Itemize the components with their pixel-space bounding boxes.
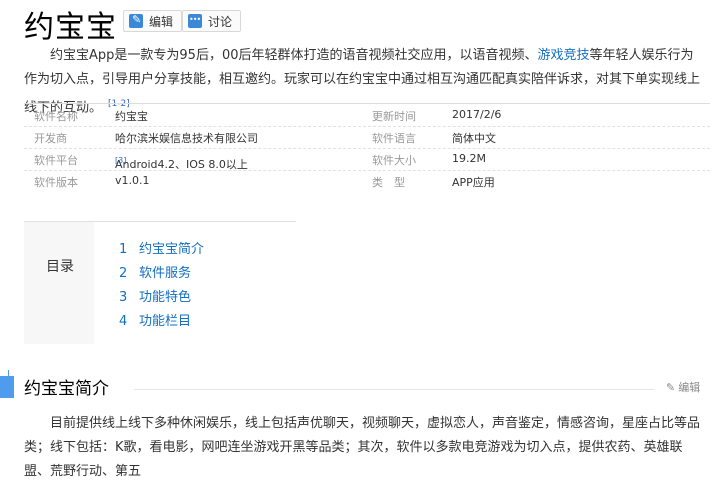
toc-item-services[interactable]: 2 软件服务 (119, 262, 204, 286)
section-marker (0, 376, 14, 398)
info-value: 2017/2/6 (452, 108, 502, 121)
section-edit-button[interactable]: ✎ 编辑 (666, 379, 700, 395)
toc-item-number: 4 (119, 314, 128, 329)
info-value: 19.2M (452, 152, 486, 165)
info-value: 约宝宝 (115, 110, 148, 123)
edit-button-label: 编辑 (149, 14, 174, 29)
info-key: 软件平台 (34, 154, 78, 167)
toc-item-columns[interactable]: 4 功能栏目 (119, 310, 204, 334)
info-row: 软件版本 v1.0.1 类 型 APP应用 (24, 170, 710, 192)
toc-item-number: 1 (119, 242, 128, 257)
edit-button[interactable]: ✎ 编辑 (123, 10, 183, 32)
info-key: 更新时间 (372, 110, 416, 123)
info-key: 软件名称 (34, 110, 78, 123)
info-value: v1.0.1 (115, 174, 150, 187)
info-key: 软件大小 (372, 154, 416, 167)
toc-title: 目录 (46, 259, 74, 275)
section-title: 约宝宝简介 (24, 379, 109, 399)
toc-item-label: 功能特色 (139, 290, 192, 305)
game-competition-link[interactable]: 游戏竞技 (537, 48, 589, 63)
info-value: APP应用 (452, 176, 495, 189)
info-key: 软件语言 (372, 132, 416, 145)
section-edit-label: 编辑 (678, 381, 701, 394)
info-key: 开发商 (34, 132, 67, 145)
speech-bubble-icon: ••• (188, 14, 202, 28)
info-key: 类 型 (372, 176, 405, 189)
info-row: 开发商 哈尔滨米娱信息技术有限公司 软件语言 简体中文 (24, 126, 710, 149)
page-title: 约宝宝 (24, 10, 117, 45)
toc-item-number: 2 (119, 266, 128, 281)
toc-item-features[interactable]: 3 功能特色 (119, 286, 204, 310)
table-of-contents: 目录 1 约宝宝简介 2 软件服务 3 功能特色 4 功能栏目 (24, 221, 296, 344)
toc-item-label: 约宝宝简介 (139, 242, 205, 257)
toc-item-number: 3 (119, 290, 128, 305)
discuss-button[interactable]: ••• 讨论 (182, 10, 242, 32)
section-divider (134, 389, 654, 390)
intro-text-start: 约宝宝App是一款专为95后，00后年轻群体打造的语音视频社交应用，以语音视频、 (50, 48, 538, 63)
platform-citation[interactable]: [3] (115, 156, 126, 165)
info-row: 软件名称 约宝宝 更新时间 2017/2/6 (24, 104, 710, 127)
toc-item-label: 功能栏目 (139, 314, 192, 329)
info-value: 哈尔滨米娱信息技术有限公司 (115, 132, 258, 145)
info-value: 简体中文 (452, 132, 496, 145)
toc-side-panel: 目录 (24, 222, 94, 344)
toc-item-intro[interactable]: 1 约宝宝简介 (119, 238, 204, 262)
basic-info-table: 软件名称 约宝宝 更新时间 2017/2/6 开发商 哈尔滨米娱信息技术有限公司… (24, 103, 710, 194)
pencil-icon: ✎ (129, 13, 143, 28)
toc-item-label: 软件服务 (139, 266, 192, 281)
toc-list: 1 约宝宝简介 2 软件服务 3 功能特色 4 功能栏目 (119, 238, 204, 334)
info-row: 软件平台 Android4.2、IOS 8.0以上 [3] 软件大小 19.2M (24, 148, 710, 171)
discuss-button-label: 讨论 (208, 14, 233, 29)
section-paragraph: 目前提供线上线下多种休闲娱乐，线上包括声优聊天，视频聊天，虚拟恋人，声音鉴定，情… (24, 416, 701, 479)
info-key: 软件版本 (34, 176, 78, 189)
pencil-icon: ✎ (666, 380, 676, 394)
